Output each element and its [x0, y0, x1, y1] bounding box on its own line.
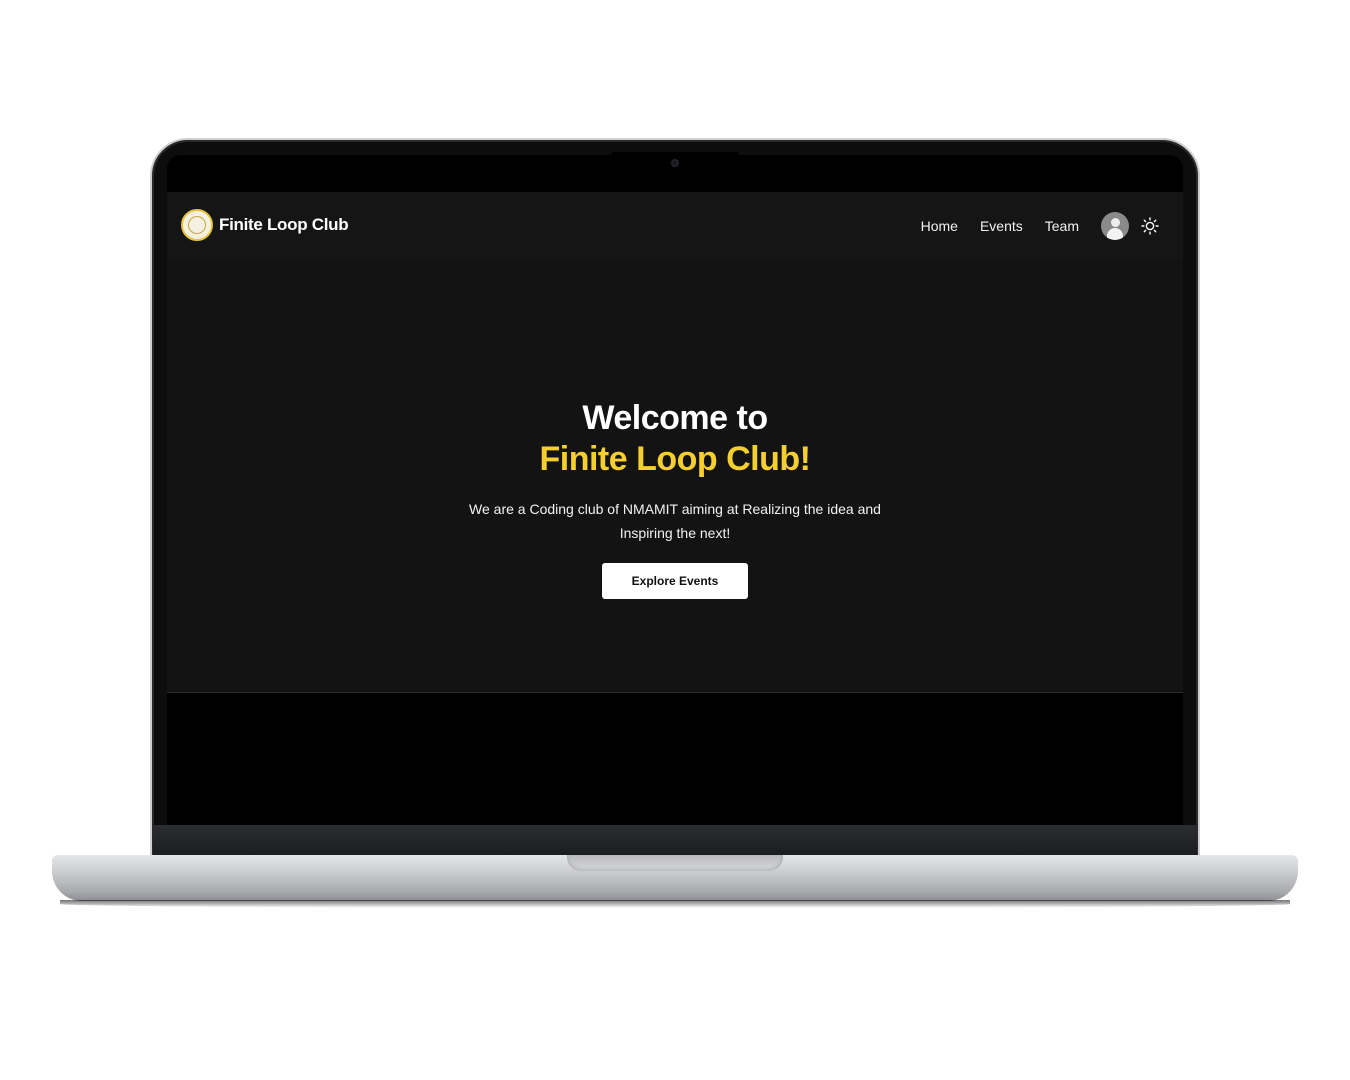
laptop-shadow [60, 900, 1290, 908]
laptop-mockup: Finite Loop Club Home Events Team Welcom… [0, 0, 1350, 1080]
nav-links: Home Events Team [921, 192, 1183, 260]
sun-icon[interactable] [1139, 215, 1161, 237]
explore-events-button[interactable]: Explore Events [602, 563, 748, 599]
camera-icon [671, 159, 679, 167]
user-avatar[interactable] [1101, 212, 1129, 240]
camera-notch [612, 152, 738, 178]
site-navbar: Finite Loop Club Home Events Team [167, 192, 1183, 260]
nav-link-team[interactable]: Team [1045, 218, 1079, 234]
hero-title-line1: Welcome to [582, 399, 768, 437]
hero-title-line2: Finite Loop Club! [539, 440, 812, 478]
hero-subtitle: We are a Coding club of NMAMIT aiming at… [469, 501, 881, 541]
brand-name: Finite Loop Club [219, 215, 349, 234]
page-below-hero [167, 693, 1183, 825]
laptop-screen: Finite Loop Club Home Events Team Welcom… [167, 155, 1183, 825]
laptop-base-notch [567, 855, 783, 871]
club-logo-icon [181, 209, 213, 241]
hero-section: Welcome to Finite Loop Club! We are a Co… [167, 260, 1183, 693]
hero-title: Welcome to Finite Loop Club! [167, 398, 1183, 480]
brand[interactable]: Finite Loop Club [181, 209, 349, 241]
nav-link-events[interactable]: Events [980, 218, 1023, 234]
laptop-hinge [153, 825, 1197, 857]
nav-link-home[interactable]: Home [921, 218, 958, 234]
